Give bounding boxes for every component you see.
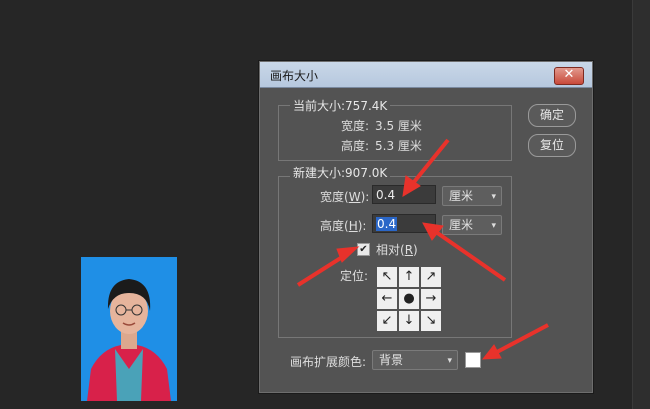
anchor-bottom-left[interactable]: ↙	[377, 311, 397, 331]
anchor-bottom[interactable]: ↓	[399, 311, 419, 331]
current-width-label: 宽度:	[341, 119, 370, 133]
relative-checkbox[interactable]: ✔	[357, 243, 370, 256]
new-height-label: 高度(H):	[320, 219, 367, 233]
dialog-titlebar: 画布大小 ✕	[260, 62, 592, 88]
current-size-label: 当前大小:757.4K	[290, 97, 391, 114]
height-unit-value: 厘米	[449, 218, 474, 232]
close-icon: ✕	[563, 67, 575, 82]
chevron-down-icon: ▾	[491, 221, 496, 231]
dialog-title: 画布大小	[270, 69, 319, 83]
canvas-extension-label: 画布扩展颜色:	[290, 355, 367, 369]
anchor-center[interactable]: ●	[399, 289, 419, 309]
anchor-top[interactable]: ↑	[399, 267, 419, 287]
anchor-right[interactable]: →	[421, 289, 441, 309]
anchor-grid: ↖ ↑ ↗ ← ● → ↙ ↓ ↘	[376, 266, 442, 332]
current-height-label: 高度:	[341, 139, 370, 153]
current-height-value: 5.3 厘米	[375, 139, 422, 153]
relative-label: 相对(R)	[376, 243, 418, 257]
width-unit-value: 厘米	[449, 189, 474, 203]
height-input[interactable]: 0.4	[372, 214, 436, 233]
height-unit-select[interactable]: 厘米 ▾	[442, 215, 502, 235]
anchor-top-left[interactable]: ↖	[377, 267, 397, 287]
chevron-down-icon: ▾	[447, 356, 452, 366]
current-width-value: 3.5 厘米	[375, 119, 422, 133]
anchor-left[interactable]: ←	[377, 289, 397, 309]
anchor-label: 定位:	[340, 269, 369, 283]
anchor-top-right[interactable]: ↗	[421, 267, 441, 287]
ok-button[interactable]: 确定	[528, 104, 576, 127]
reset-button[interactable]: 复位	[528, 134, 576, 157]
canvas-extension-select[interactable]: 背景 ▾	[372, 350, 458, 370]
width-unit-select[interactable]: 厘米 ▾	[442, 186, 502, 206]
panel-edge	[632, 0, 650, 409]
height-input-selected-text: 0.4	[376, 217, 398, 231]
canvas-extension-value: 背景	[379, 353, 404, 367]
width-input[interactable]: 0.4	[372, 185, 436, 204]
chevron-down-icon: ▾	[491, 192, 496, 202]
new-size-label: 新建大小:907.0K	[290, 164, 391, 181]
anchor-bottom-right[interactable]: ↘	[421, 311, 441, 331]
canvas-size-dialog: 画布大小 ✕ 当前大小:757.4K 宽度: 3.5 厘米 高度: 5.3 厘米…	[259, 61, 593, 393]
new-width-label: 宽度(W):	[320, 190, 370, 204]
canvas-color-swatch[interactable]	[465, 352, 481, 368]
close-button[interactable]: ✕	[554, 67, 584, 85]
portrait-photo	[81, 257, 177, 401]
